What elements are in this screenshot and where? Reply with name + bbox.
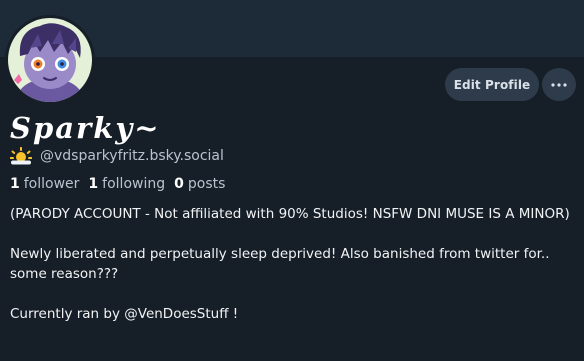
profile-bio: (PARODY ACCOUNT - Not affiliated with 90… (10, 204, 578, 324)
posts-label: posts (187, 176, 226, 192)
avatar[interactable] (5, 15, 95, 105)
bio-paragraph-3: Currently ran by @VenDoesStuff ! (10, 306, 239, 322)
followers-label: follower (23, 176, 80, 192)
profile-handle[interactable]: @vdsparkyfritz.bsky.social (40, 148, 224, 164)
sun-behind-cloud-icon (10, 147, 32, 165)
edit-profile-button[interactable]: Edit Profile (445, 68, 539, 101)
profile-stats: 1 follower 1 following 0 posts (10, 174, 234, 194)
handle-row: @vdsparkyfritz.bsky.social (10, 146, 224, 166)
posts-stat: 0 posts (174, 176, 225, 192)
followers-count: 1 (10, 176, 20, 192)
following-label: following (102, 176, 166, 192)
edit-profile-label: Edit Profile (453, 77, 531, 92)
bio-paragraph-2: Newly liberated and perpetually sleep de… (10, 246, 550, 282)
posts-count: 0 (174, 176, 184, 192)
bio-paragraph-1: (PARODY ACCOUNT - Not affiliated with 90… (10, 206, 570, 222)
ellipsis-icon (551, 82, 567, 87)
avatar-image (8, 18, 92, 102)
more-options-button[interactable] (542, 68, 576, 101)
following-link[interactable]: 1 following (88, 176, 165, 192)
followers-link[interactable]: 1 follower (10, 176, 79, 192)
following-count: 1 (88, 176, 99, 192)
display-name: Sparky~ (10, 111, 161, 145)
